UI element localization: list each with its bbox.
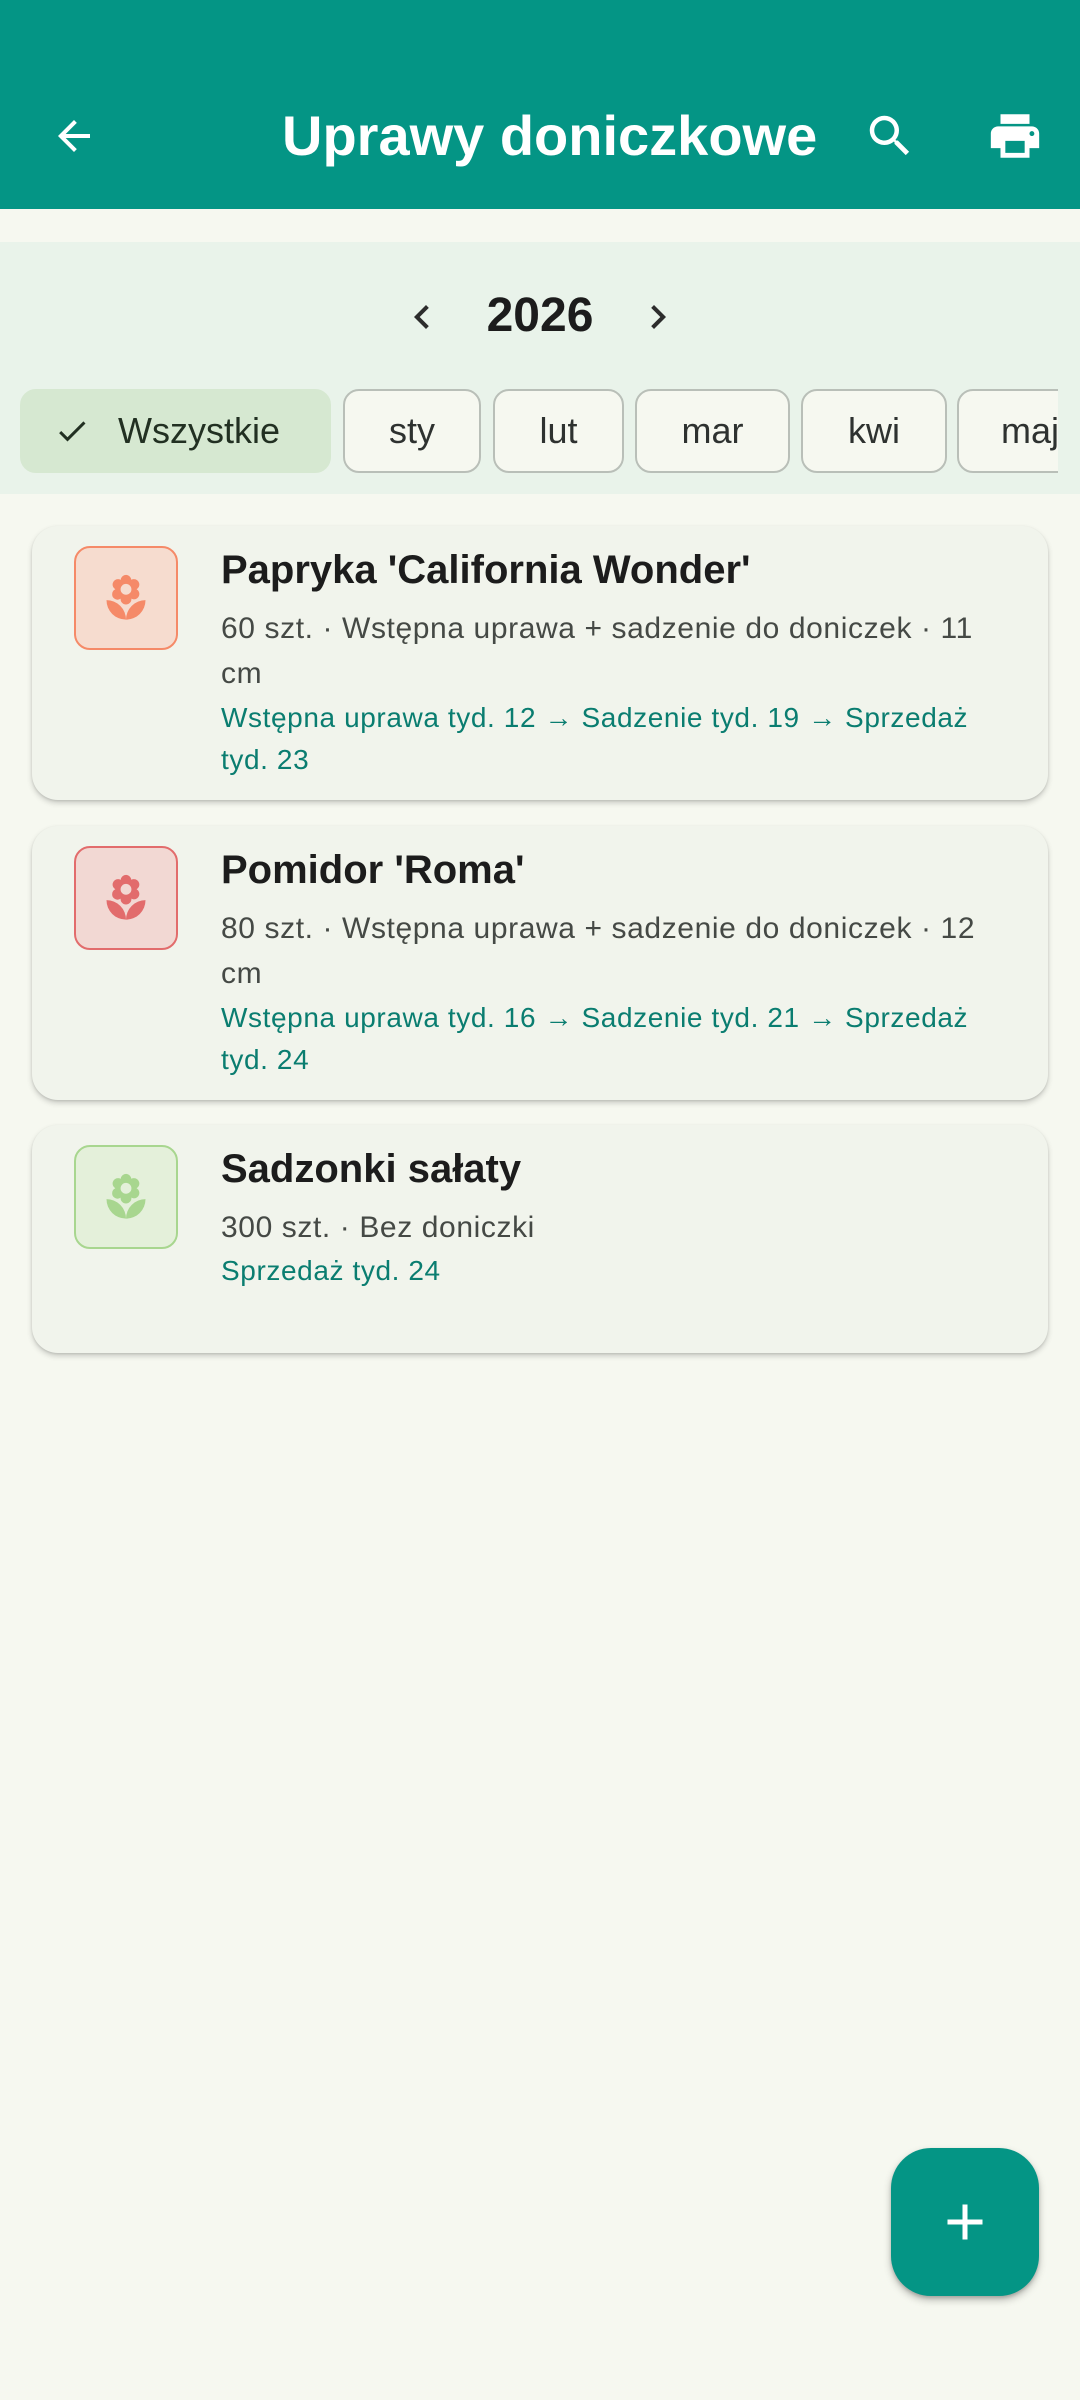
crop-details: 300 szt. · Bez doniczki <box>221 1211 535 1244</box>
chip-label: kwi <box>848 410 900 451</box>
chip-month-sty[interactable]: sty <box>343 389 481 473</box>
chip-month-maj[interactable]: maj <box>957 389 1058 473</box>
crop-card[interactable]: Pomidor 'Roma' 80 szt. · Wstępna uprawa … <box>32 826 1048 1100</box>
filter-panel: 2026 Wszystkie sty lut mar kwi maj <box>0 242 1080 494</box>
print-button[interactable] <box>975 96 1055 176</box>
crop-schedule: Wstępna uprawa tyd. 12 → Sadzenie tyd. 1… <box>221 702 969 775</box>
arrow-back-icon <box>58 120 90 152</box>
search-button[interactable] <box>850 96 930 176</box>
search-icon <box>869 115 910 156</box>
crop-card[interactable]: Sadzonki sałaty 300 szt. · Bez doniczki … <box>32 1125 1048 1353</box>
crop-name: Sadzonki sałaty <box>221 1147 522 1191</box>
add-crop-button[interactable] <box>891 2148 1039 2296</box>
crop-schedule: Sprzedaż tyd. 24 <box>221 1255 441 1286</box>
crop-details: 60 szt. · Wstępna uprawa + sadzenie do d… <box>221 612 973 690</box>
chip-label: mar <box>681 410 744 451</box>
month-filter-chips: Wszystkie sty lut mar kwi maj <box>20 386 1058 478</box>
crop-details: 80 szt. · Wstępna uprawa + sadzenie do d… <box>221 912 976 990</box>
crop-name: Pomidor 'Roma' <box>221 848 525 892</box>
top-app-bar: Uprawy doniczkowe <box>0 0 1080 209</box>
flower-icon <box>106 874 146 920</box>
crop-icon-box <box>74 846 178 950</box>
crop-name: Papryka 'California Wonder' <box>221 548 751 592</box>
plus-icon <box>947 2204 983 2240</box>
flower-icon <box>106 574 146 620</box>
chip-label: maj <box>1001 410 1058 451</box>
chevron-right-icon <box>651 305 666 329</box>
page-title: Uprawy doniczkowe <box>282 104 818 167</box>
next-year-button[interactable] <box>628 282 688 352</box>
chevron-left-icon <box>414 305 429 329</box>
flower-icon <box>106 1173 146 1219</box>
previous-year-button[interactable] <box>392 282 452 352</box>
chip-label: sty <box>388 410 435 451</box>
year-label: 2026 <box>486 289 594 342</box>
check-icon <box>54 413 90 449</box>
back-button[interactable] <box>34 100 114 172</box>
chip-label: lut <box>539 410 578 451</box>
chip-all[interactable]: Wszystkie <box>20 389 331 473</box>
crop-icon-box <box>74 546 178 650</box>
print-icon <box>990 114 1040 158</box>
crop-icon-box <box>74 1145 178 1249</box>
crop-card[interactable]: Papryka 'California Wonder' 60 szt. · Ws… <box>32 526 1048 800</box>
chip-month-mar[interactable]: mar <box>635 389 790 473</box>
chip-label: Wszystkie <box>118 410 280 451</box>
crop-schedule: Wstępna uprawa tyd. 16 → Sadzenie tyd. 2… <box>221 1002 969 1075</box>
chip-month-lut[interactable]: lut <box>493 389 624 473</box>
chip-month-kwi[interactable]: kwi <box>801 389 947 473</box>
